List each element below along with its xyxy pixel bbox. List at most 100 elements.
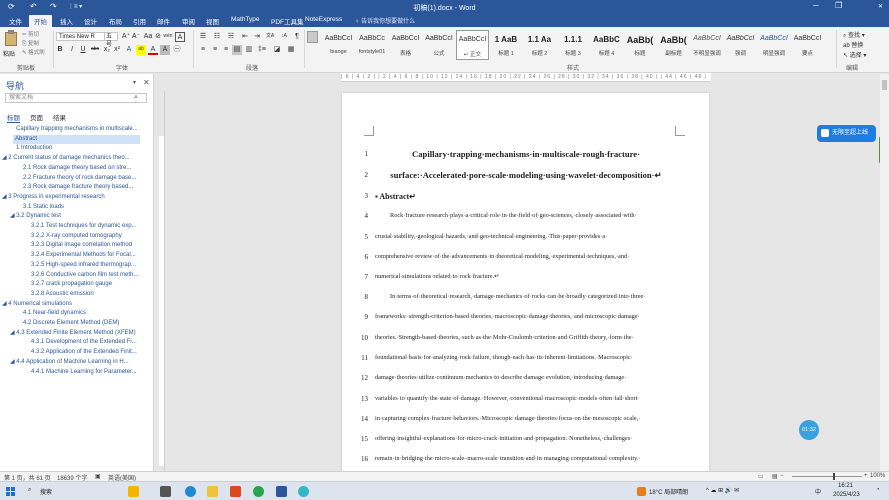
style-9[interactable]: AaBbC 标题 4 <box>590 30 623 60</box>
multilevel-list-icon[interactable]: ☵ <box>226 32 236 42</box>
vertical-scrollbar[interactable] <box>880 74 889 471</box>
style-14[interactable]: AaBbCcI 明显强调 <box>758 30 791 60</box>
borders-icon[interactable]: ▦ <box>286 45 296 55</box>
tab-design[interactable]: 设计 <box>84 16 97 26</box>
chinese-layout-icon[interactable]: 文A <box>265 32 275 42</box>
edge-icon[interactable] <box>185 486 196 497</box>
body-text-line[interactable]: in·capturing·complex·fracture·behaviors.… <box>375 415 677 422</box>
find-button[interactable]: ⌕ 查找 ▾ <box>843 30 865 40</box>
zoom-slider[interactable] <box>792 476 862 477</box>
justify-icon[interactable]: ▤ <box>232 45 242 55</box>
weather-icon[interactable] <box>637 487 646 496</box>
document-page[interactable]: 1 Capillary·trapping·mechanisms·in·multis… <box>342 93 709 473</box>
weather-text[interactable]: 18°C 局部晴朗 <box>649 487 688 496</box>
select-button[interactable]: ↖ 选择 ▾ <box>843 50 866 59</box>
numbering-icon[interactable]: ☷ <box>212 32 222 42</box>
nav-heading-item[interactable]: 3.2.1 Test techniques for dynamic exp... <box>0 222 153 231</box>
print-layout-icon[interactable]: ▤ <box>772 473 778 480</box>
zoom-level[interactable]: 100% <box>870 473 885 479</box>
tab-noteexpress[interactable]: NoteExpress <box>305 16 342 23</box>
app-icon[interactable] <box>230 486 241 497</box>
nav-heading-item[interactable]: 2.1 Rock damage theory based on stre... <box>0 164 153 173</box>
distributed-icon[interactable]: ▥ <box>244 45 254 55</box>
replace-button[interactable]: ab 替换 <box>843 40 863 49</box>
style-2[interactable]: AaBbCc fontstyle01 <box>356 30 389 60</box>
nav-heading-item[interactable]: 4.2 Discrete Element Method (DEM) <box>0 319 153 328</box>
tab-home[interactable]: 开始 <box>29 15 52 27</box>
tab-pdf-tools[interactable]: PDF工具集 <box>271 16 304 26</box>
nav-heading-item[interactable]: 4.3.1 Development of the Extended Fi... <box>0 338 153 347</box>
phonetic-guide-icon[interactable]: wén <box>163 32 173 42</box>
nav-search-input[interactable]: 搜索文档 ⌕ <box>5 93 147 103</box>
read-mode-icon[interactable]: ▭ <box>758 473 764 480</box>
nav-heading-item[interactable]: 3.2.5 High-speed infrared thermograp... <box>0 261 153 270</box>
align-left-icon[interactable]: ≡ <box>198 45 208 55</box>
nav-heading-item[interactable]: 4.4.1 Machine Learning for Parameter... <box>0 368 153 377</box>
body-text-line[interactable]: frameworks:·strength-criterion-based·the… <box>375 313 677 320</box>
align-right-icon[interactable]: ≡ <box>221 45 231 55</box>
nav-heading-item[interactable]: 2.2 Fracture theory of rock damage base.… <box>0 174 153 183</box>
body-text-line[interactable]: In·terms·of·theoretical·research,·damage… <box>375 293 677 300</box>
tab-mathtype[interactable]: MathType <box>231 16 260 23</box>
body-text-line[interactable]: foundational·basis·for·analyzing·rock·fa… <box>375 354 677 361</box>
notification-icon[interactable]: ◔ <box>876 487 880 493</box>
maximize-button[interactable]: ❐ <box>835 1 842 10</box>
input-method-indicator[interactable]: 中 <box>815 487 821 496</box>
font-size-box[interactable]: 五号 <box>104 32 118 48</box>
align-center-icon[interactable]: ≡ <box>210 45 220 55</box>
strikethrough-button[interactable]: abc <box>90 45 100 55</box>
styles-pane-toggle[interactable] <box>307 31 318 43</box>
zoom-in-button[interactable]: + <box>864 473 868 479</box>
section-heading[interactable]: ▪ Abstract↵ <box>375 192 677 201</box>
clear-format-icon[interactable]: ⊘ <box>153 32 163 42</box>
close-pane-icon[interactable]: ✕ <box>143 78 150 87</box>
text-effects-button[interactable]: A <box>124 45 134 55</box>
nav-heading-item[interactable]: ◢ 2 Current status of damage mechanics t… <box>0 154 153 163</box>
style-7[interactable]: 1.1 Aa 标题 2 <box>523 30 556 60</box>
decrease-indent-icon[interactable]: ⇤ <box>240 32 250 42</box>
nav-heading-item[interactable]: 1 Introduction <box>0 144 153 153</box>
minimize-button[interactable]: ─ <box>813 1 819 10</box>
search-icon[interactable]: ⌕ <box>28 487 31 494</box>
style-6[interactable]: 1 AaB 标题 1 <box>490 30 523 60</box>
nav-tab-pages[interactable]: 页面 <box>30 112 43 122</box>
tab-review[interactable]: 审阅 <box>182 16 195 26</box>
nav-heading-item[interactable]: 2.3 Rock damage fracture theory based... <box>0 183 153 192</box>
search-icon[interactable]: ⌕ <box>134 94 138 102</box>
enclose-chars-button[interactable]: ㊀ <box>172 45 182 55</box>
clock-date[interactable]: 2025/4/23 <box>833 492 860 498</box>
style-3[interactable]: AaBbCcI 表格 <box>389 30 422 60</box>
nav-heading-item[interactable]: ◢ 4 Numerical simulations <box>0 300 153 309</box>
nav-tab-headings[interactable]: 标题 <box>7 112 20 123</box>
body-text-line[interactable]: offering·insightful·explanations·for·mic… <box>375 435 677 442</box>
word-app-icon[interactable] <box>276 486 287 497</box>
horizontal-ruler[interactable]: | 6 | 4 | 2 | | 2 | 4 | 6 | 8 | 10 | 12 … <box>341 73 711 82</box>
style-8[interactable]: 1.1.1 标题 3 <box>557 30 590 60</box>
chevron-down-icon[interactable]: ▾ <box>133 79 136 86</box>
superscript-button[interactable]: x² <box>112 45 122 55</box>
tab-references[interactable]: 引用 <box>133 16 146 26</box>
nav-heading-item[interactable]: 3.2.6 Conductive carbon film test meth..… <box>0 271 153 280</box>
change-case-icon[interactable]: Aa <box>143 32 153 42</box>
nav-heading-item[interactable]: 3.2.2 X-ray computed tomography <box>0 232 153 241</box>
nav-heading-item[interactable]: 3.2.7 crack propagation gauge <box>0 280 153 289</box>
bold-button[interactable]: B <box>55 45 65 55</box>
floating-timer[interactable]: 01:32 <box>799 420 819 440</box>
tab-mailings[interactable]: 邮件 <box>157 16 170 26</box>
body-text-line[interactable]: comprehensive·review·of·the·advancements… <box>375 253 677 260</box>
windows-start-icon[interactable] <box>6 487 15 496</box>
translate-widget[interactable]: 无限至超上线 <box>817 125 876 142</box>
nav-heading-item[interactable]: 3.2.3 Digital image correlation method <box>0 241 153 250</box>
browser-icon[interactable] <box>298 486 309 497</box>
scroll-thumb[interactable] <box>882 80 887 90</box>
paper-title-line[interactable]: Capillary·trapping·mechanisms·in·multisc… <box>375 149 677 159</box>
tab-layout[interactable]: 布局 <box>109 16 122 26</box>
clock-time[interactable]: 16:21 <box>838 483 853 489</box>
char-border-icon[interactable]: A <box>175 32 185 42</box>
sort-icon[interactable]: ↕A <box>279 32 289 42</box>
italic-button[interactable]: I <box>67 45 77 55</box>
body-text-line[interactable]: crustal·stability,·geological·hazards,·a… <box>375 233 677 240</box>
shrink-font-icon[interactable]: A⁻ <box>131 32 141 42</box>
task-view-icon[interactable] <box>160 486 171 497</box>
subscript-button[interactable]: x₂ <box>102 45 112 55</box>
